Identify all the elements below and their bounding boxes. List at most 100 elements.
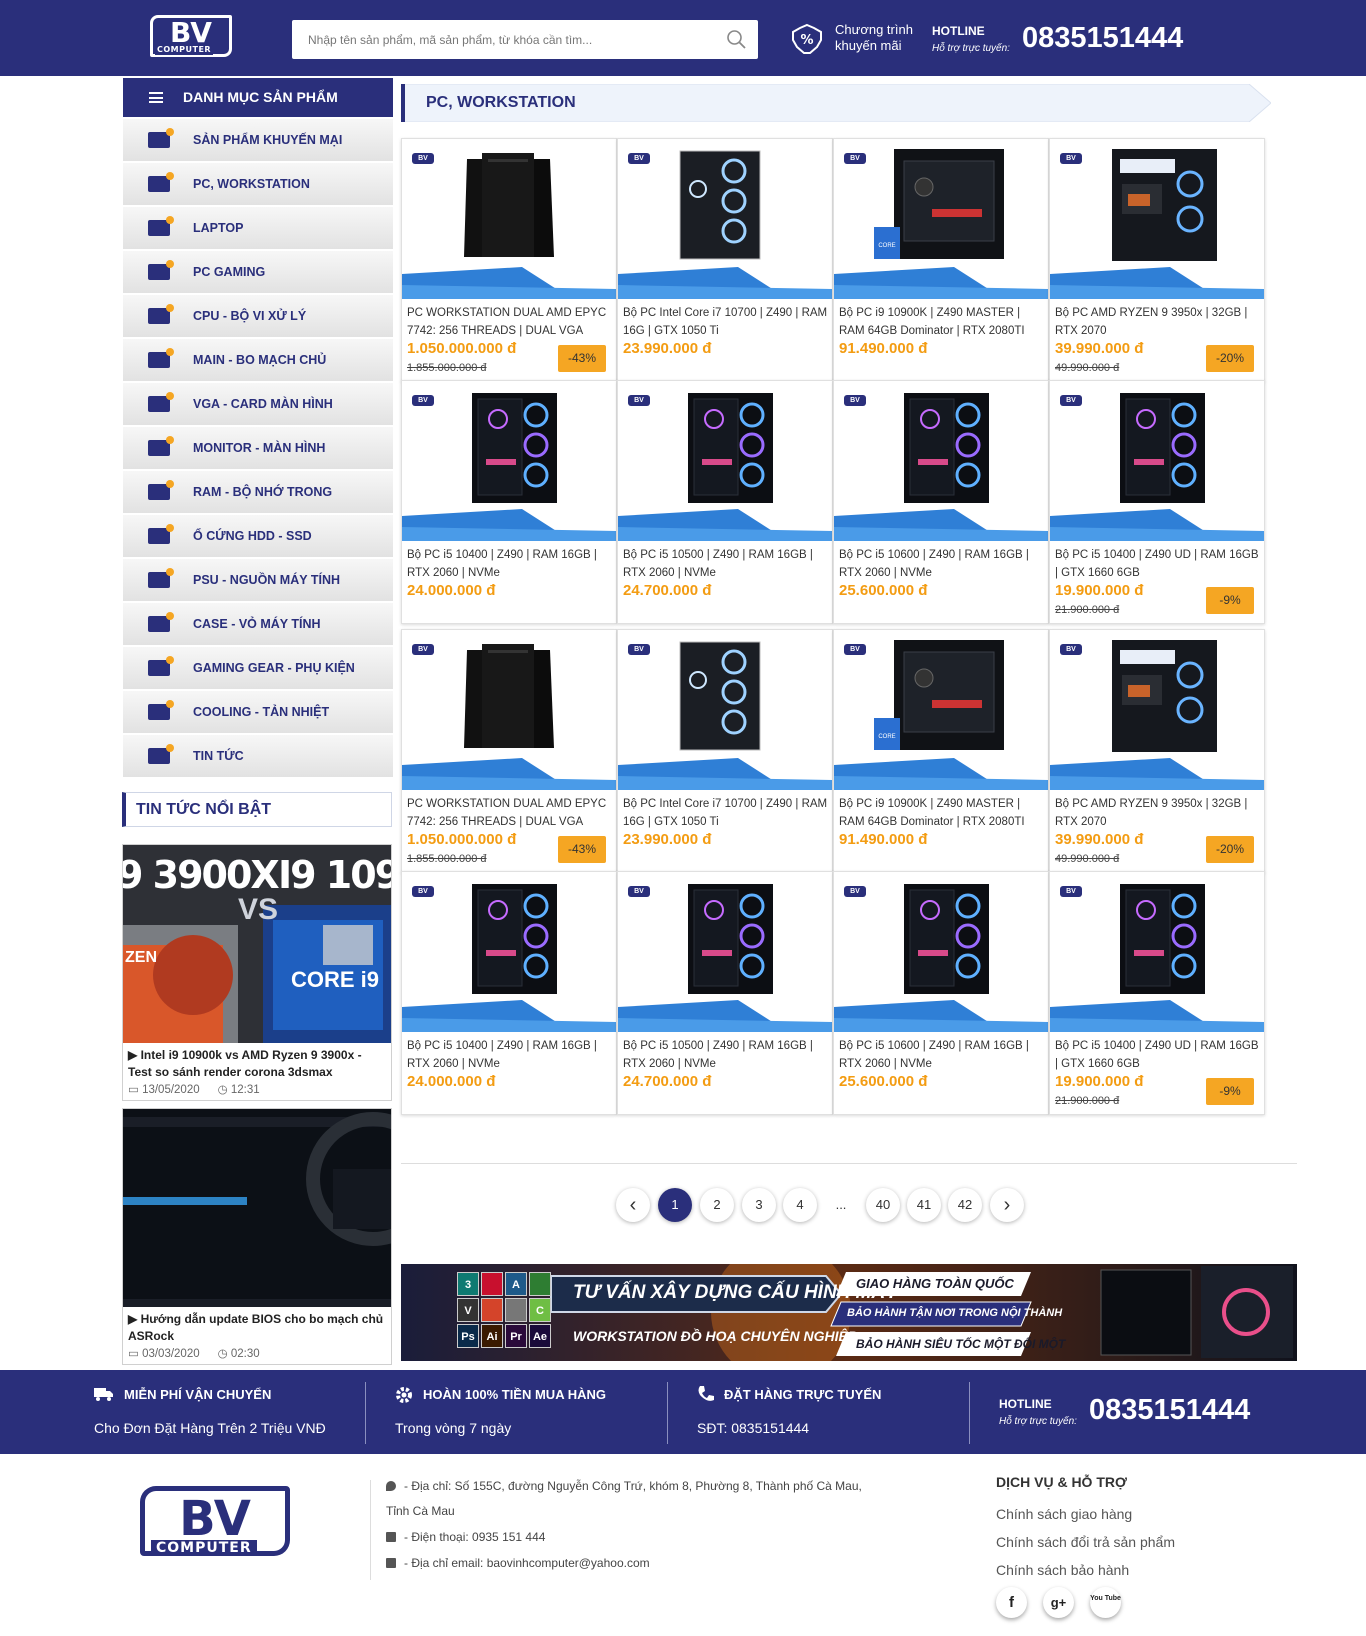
sidebar-item[interactable]: COOLING - TẢN NHIỆT	[123, 691, 393, 733]
sidebar-item[interactable]: VGA - CARD MÀN HÌNH	[123, 383, 393, 425]
product-image[interactable]	[402, 139, 616, 299]
product-card[interactable]: BV Bộ PC i5 10400 | Z490 UD | RAM 16GB | …	[1049, 871, 1265, 1115]
page-button[interactable]: 3	[742, 1188, 776, 1222]
news-item[interactable]: 9 3900X VS I9 10900 ZEN CORE i9 ▶ Intel …	[122, 844, 392, 1101]
news-thumbnail[interactable]	[123, 1109, 391, 1307]
product-image[interactable]	[1050, 381, 1264, 541]
sidebar-item[interactable]: PC, WORKSTATION	[123, 163, 393, 205]
product-name[interactable]: Bộ PC i5 10400 | Z490 UD | RAM 16GB | GT…	[1055, 1037, 1261, 1073]
footer-hotline-number[interactable]: 0835151444	[1089, 1394, 1250, 1427]
product-image[interactable]	[834, 381, 1048, 541]
product-card[interactable]: BV Bộ PC i5 10400 | Z490 | RAM 16GB | RTX…	[401, 380, 617, 624]
product-card[interactable]: BV Bộ PC i5 10500 | Z490 | RAM 16GB | RTX…	[617, 380, 833, 624]
page-button[interactable]: 4	[783, 1188, 817, 1222]
product-name[interactable]: Bộ PC AMD RYZEN 9 3950x | 32GB | RTX 207…	[1055, 304, 1261, 340]
sidebar-item[interactable]: CPU - BỘ VI XỬ LÝ	[123, 295, 393, 337]
product-image[interactable]	[402, 872, 616, 1032]
brand-badge: BV	[412, 644, 434, 655]
facebook-icon[interactable]: f	[996, 1587, 1027, 1618]
service-link-returns[interactable]: Chính sách đổi trả sản phẩm	[996, 1528, 1175, 1556]
product-name[interactable]: Bộ PC i5 10400 | Z490 | RAM 16GB | RTX 2…	[407, 1037, 613, 1073]
page-button[interactable]: 41	[907, 1188, 941, 1222]
product-card[interactable]: BV Bộ PC i5 10400 | Z490 UD | RAM 16GB | …	[1049, 380, 1265, 624]
product-card[interactable]: BV Bộ PC i5 10500 | Z490 | RAM 16GB | RTX…	[617, 871, 833, 1115]
page-button[interactable]: 1	[658, 1188, 692, 1222]
product-image[interactable]: CORE	[834, 630, 1048, 790]
product-name[interactable]: Bộ PC i5 10600 | Z490 | RAM 16GB | RTX 2…	[839, 546, 1045, 582]
product-name[interactable]: PC WORKSTATION DUAL AMD EPYC 7742: 256 T…	[407, 795, 613, 831]
product-card[interactable]: CORE BV Bộ PC i9 10900K | Z490 MASTER | RA…	[833, 138, 1049, 382]
product-name[interactable]: Bộ PC Intel Core i7 10700 | Z490 | RAM 1…	[623, 795, 829, 831]
service-link-warranty[interactable]: Chính sách bảo hành	[996, 1556, 1175, 1584]
product-name[interactable]: Bộ PC i5 10400 | Z490 UD | RAM 16GB | GT…	[1055, 546, 1261, 582]
youtube-icon[interactable]: You Tube	[1090, 1587, 1121, 1618]
page-button[interactable]: 40	[866, 1188, 900, 1222]
product-name[interactable]: Bộ PC i5 10500 | Z490 | RAM 16GB | RTX 2…	[623, 546, 829, 582]
product-name[interactable]: Bộ PC i5 10600 | Z490 | RAM 16GB | RTX 2…	[839, 1037, 1045, 1073]
product-name[interactable]: Bộ PC i9 10900K | Z490 MASTER | RAM 64GB…	[839, 795, 1045, 831]
sidebar-item[interactable]: GAMING GEAR - PHỤ KIỆN	[123, 647, 393, 689]
sidebar-item[interactable]: TIN TỨC	[123, 735, 393, 777]
product-image[interactable]	[1050, 630, 1264, 790]
sidebar-item[interactable]: PC GAMING	[123, 251, 393, 293]
news-item[interactable]: ▶ Hướng dẫn update BIOS cho bo mạch chủ …	[122, 1108, 392, 1365]
sidebar-item[interactable]: MAIN - BO MẠCH CHỦ	[123, 339, 393, 381]
product-image[interactable]	[618, 139, 832, 299]
footer-logo[interactable]: BV COMPUTER	[140, 1486, 290, 1556]
product-image[interactable]: CORE	[834, 139, 1048, 299]
product-image[interactable]	[1050, 139, 1264, 299]
site-header: BVCOMPUTER % Chương trìnhkhuyến mãi HOTL…	[0, 0, 1366, 76]
promo-tag-icon[interactable]: %	[790, 23, 824, 55]
product-image[interactable]	[1050, 872, 1264, 1032]
search-icon[interactable]	[726, 29, 746, 49]
product-image[interactable]	[402, 630, 616, 790]
product-name[interactable]: Bộ PC i5 10400 | Z490 | RAM 16GB | RTX 2…	[407, 546, 613, 582]
phone-icon	[386, 1532, 396, 1542]
product-image[interactable]	[618, 630, 832, 790]
promo-link[interactable]: Chương trình khuyến mãi	[835, 22, 925, 54]
product-card[interactable]: CORE BV Bộ PC i9 10900K | Z490 MASTER | RA…	[833, 629, 1049, 873]
product-name[interactable]: PC WORKSTATION DUAL AMD EPYC 7742: 256 T…	[407, 304, 613, 340]
product-name[interactable]: Bộ PC AMD RYZEN 9 3950x | 32GB | RTX 207…	[1055, 795, 1261, 831]
product-image[interactable]	[834, 872, 1048, 1032]
hotline-number[interactable]: 0835151444	[1022, 22, 1183, 55]
category-header[interactable]: DANH MỤC SẢN PHẨM	[123, 78, 393, 117]
product-image[interactable]	[402, 381, 616, 541]
product-image[interactable]	[618, 381, 832, 541]
product-name[interactable]: Bộ PC i9 10900K | Z490 MASTER | RAM 64GB…	[839, 304, 1045, 340]
promo-banner[interactable]: 3 A V C Ps Ai Pr Ae TƯ VẤN XÂY DỰNG CẤU HÌNH MÁ…	[401, 1264, 1297, 1361]
product-name[interactable]: Bộ PC i5 10500 | Z490 | RAM 16GB | RTX 2…	[623, 1037, 829, 1073]
news-thumbnail[interactable]: 9 3900X VS I9 10900 ZEN CORE i9	[123, 845, 391, 1043]
product-card[interactable]: BV PC WORKSTATION DUAL AMD EPYC 7742: 256…	[401, 138, 617, 382]
page-button[interactable]: 42	[948, 1188, 982, 1222]
product-card[interactable]: BV PC WORKSTATION DUAL AMD EPYC 7742: 256…	[401, 629, 617, 873]
news-caption[interactable]: ▶ Hướng dẫn update BIOS cho bo mạch chủ …	[123, 1307, 391, 1345]
product-card[interactable]: BV Bộ PC i5 10600 | Z490 | RAM 16GB | RTX…	[833, 380, 1049, 624]
news-caption[interactable]: ▶ Intel i9 10900k vs AMD Ryzen 9 3900x -…	[123, 1043, 391, 1081]
next-page-button[interactable]: ›	[990, 1188, 1024, 1222]
product-name[interactable]: Bộ PC Intel Core i7 10700 | Z490 | RAM 1…	[623, 304, 829, 340]
sidebar-item[interactable]: LAPTOP	[123, 207, 393, 249]
search-input[interactable]	[292, 20, 712, 59]
product-card[interactable]: BV Bộ PC i5 10400 | Z490 | RAM 16GB | RTX…	[401, 871, 617, 1115]
product-price: 91.490.000 đ	[839, 340, 928, 357]
product-card[interactable]: BV Bộ PC AMD RYZEN 9 3950x | 32GB | RTX 2…	[1049, 629, 1265, 873]
sidebar-item[interactable]: Ổ CỨNG HDD - SSD	[123, 515, 393, 557]
sidebar-item[interactable]: SẢN PHẨM KHUYẾN MẠI	[123, 119, 393, 161]
sidebar-item[interactable]: CASE - VỎ MÁY TÍNH	[123, 603, 393, 645]
sidebar-item[interactable]: PSU - NGUỒN MÁY TÍNH	[123, 559, 393, 601]
product-card[interactable]: BV Bộ PC AMD RYZEN 9 3950x | 32GB | RTX 2…	[1049, 138, 1265, 382]
prev-page-button[interactable]: ‹	[616, 1188, 650, 1222]
product-image[interactable]	[618, 872, 832, 1032]
product-card[interactable]: BV Bộ PC Intel Core i7 10700 | Z490 | RAM…	[617, 138, 833, 382]
sidebar-item[interactable]: MONITOR - MÀN HÌNH	[123, 427, 393, 469]
product-card[interactable]: BV Bộ PC Intel Core i7 10700 | Z490 | RAM…	[617, 629, 833, 873]
software-app-icon: A	[505, 1272, 527, 1296]
page-button[interactable]: 2	[700, 1188, 734, 1222]
google-plus-icon[interactable]: g+	[1043, 1587, 1074, 1618]
product-price: 1.050.000.000 đ	[407, 340, 517, 357]
service-link-shipping[interactable]: Chính sách giao hàng	[996, 1500, 1175, 1528]
sidebar-item[interactable]: RAM - BỘ NHỚ TRONG	[123, 471, 393, 513]
product-card[interactable]: BV Bộ PC i5 10600 | Z490 | RAM 16GB | RTX…	[833, 871, 1049, 1115]
site-logo[interactable]: BV COMPUTER	[150, 15, 232, 57]
